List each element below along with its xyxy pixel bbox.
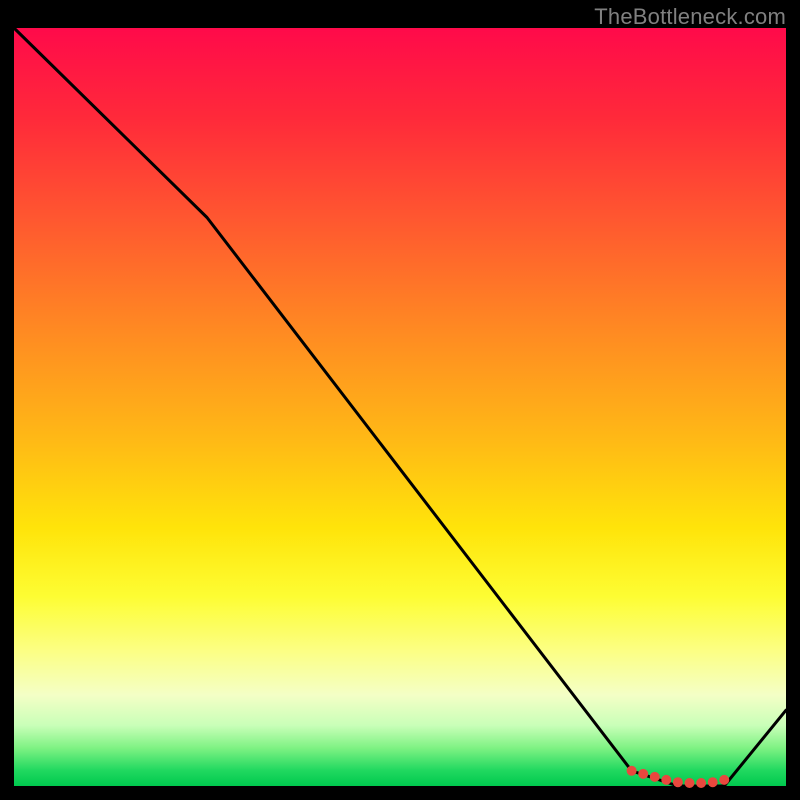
chart-line bbox=[14, 28, 786, 786]
chart-marker bbox=[696, 778, 706, 788]
chart-svg bbox=[14, 28, 786, 786]
chart-marker bbox=[673, 777, 683, 787]
chart-marker bbox=[708, 777, 718, 787]
chart-markers bbox=[627, 766, 730, 788]
chart-marker bbox=[627, 766, 637, 776]
plot-area bbox=[14, 28, 786, 786]
watermark-text: TheBottleneck.com bbox=[594, 4, 786, 30]
chart-marker bbox=[650, 772, 660, 782]
chart-marker bbox=[661, 775, 671, 785]
chart-marker bbox=[685, 778, 695, 788]
chart-marker bbox=[638, 769, 648, 779]
chart-stage: TheBottleneck.com bbox=[0, 0, 800, 800]
chart-marker bbox=[719, 775, 729, 785]
